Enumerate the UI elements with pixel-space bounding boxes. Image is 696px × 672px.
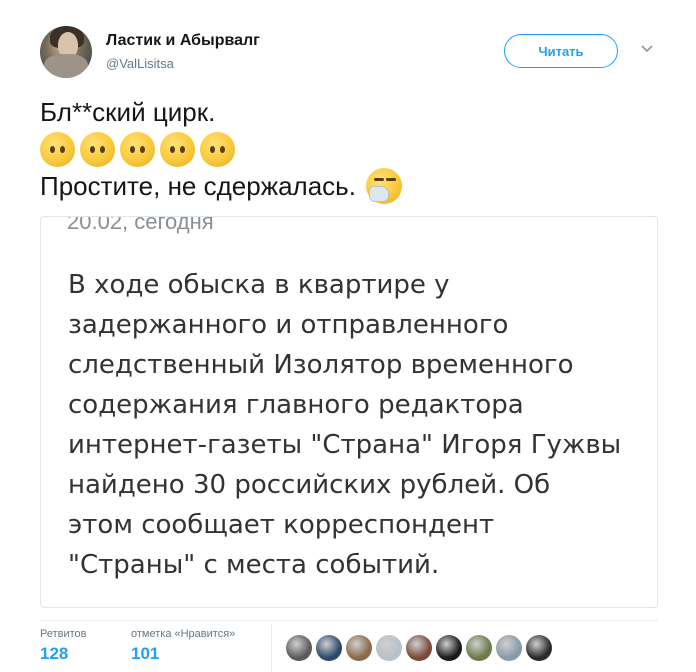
likes-count: 101: [131, 644, 160, 663]
card-line: этом сообщает корреспондент: [68, 510, 495, 540]
liker-avatar[interactable]: [466, 635, 492, 661]
author-handle[interactable]: @ValLisitsa: [106, 56, 174, 71]
card-line: В ходе обыска в квартире у: [68, 270, 450, 300]
liker-avatar[interactable]: [496, 635, 522, 661]
author-avatar[interactable]: [40, 26, 92, 78]
card-line: задержанного и отправленного: [68, 310, 509, 340]
liker-avatar[interactable]: [346, 635, 372, 661]
chevron-down-icon[interactable]: [640, 42, 654, 56]
retweets-count: 128: [40, 644, 69, 663]
emoji-row: [40, 130, 402, 168]
card-line: найдено 30 российских рублей. Об: [68, 470, 551, 500]
liker-avatar[interactable]: [436, 635, 462, 661]
tweet-line-3-text: Простите, не сдержалась.: [40, 171, 356, 201]
sneezing-face-emoji-icon: [365, 168, 402, 204]
card-line: интернет-газеты "Страна" Игоря Гужвы: [68, 430, 622, 460]
neutral-face-emoji-icon: [200, 131, 235, 167]
neutral-face-emoji-icon: [80, 131, 115, 167]
neutral-face-emoji-icon: [120, 131, 155, 167]
likes-stat[interactable]: отметка «Нравится» 101: [131, 628, 235, 664]
neutral-face-emoji-icon: [160, 131, 195, 167]
tweet-line-3: Простите, не сдержалась.: [40, 168, 402, 204]
card-body: В ходе обыска в квартире у задержанного …: [68, 265, 648, 585]
liker-avatar[interactable]: [376, 635, 402, 661]
card-line: содержания главного редактора: [68, 390, 524, 420]
neutral-face-emoji-icon: [40, 131, 75, 167]
tweet-line-1: Бл**ский цирк.: [40, 97, 216, 127]
quoted-screenshot-card[interactable]: 20.02, сегодня В ходе обыска в квартире …: [40, 216, 658, 608]
stats-divider: [40, 620, 658, 621]
stats-separator: [271, 624, 272, 672]
author-name[interactable]: Ластик и Абырвалг: [106, 32, 260, 50]
liker-avatar[interactable]: [316, 635, 342, 661]
tweet-text: Бл**ский цирк. Простите, не сдержалась.: [40, 94, 402, 204]
card-date: 20.02, сегодня: [67, 216, 214, 234]
card-line: следственный Изолятор временного: [68, 350, 574, 380]
follow-button[interactable]: Читать: [504, 34, 618, 68]
liker-avatar[interactable]: [526, 635, 552, 661]
liker-avatar[interactable]: [406, 635, 432, 661]
liker-avatar[interactable]: [286, 635, 312, 661]
likers-avatars: [286, 635, 552, 661]
retweets-label: Ретвитов: [40, 628, 87, 640]
likes-label: отметка «Нравится»: [131, 628, 236, 640]
avatar-cat: [44, 54, 88, 78]
retweets-stat[interactable]: Ретвитов 128: [40, 628, 87, 664]
card-line: "Страны" с места событий.: [68, 550, 440, 580]
